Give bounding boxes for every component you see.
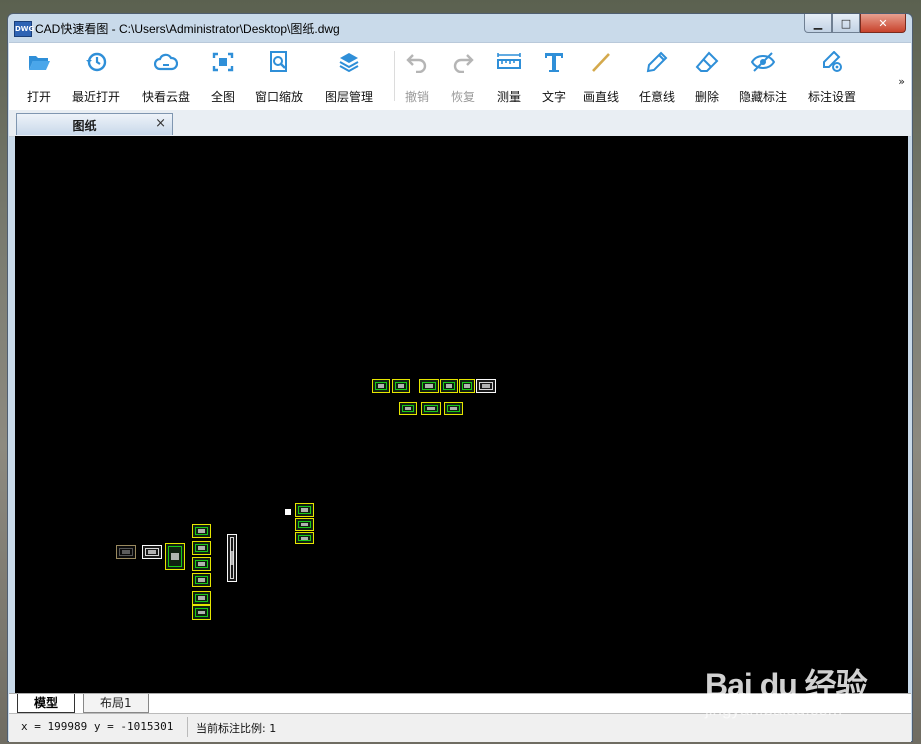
pen-icon — [646, 51, 668, 73]
drawing-canvas[interactable] — [15, 136, 908, 706]
redo-icon — [453, 54, 474, 73]
maximize-icon: □ — [840, 16, 852, 30]
layers-icon — [339, 53, 359, 73]
drawing-sheet — [192, 605, 211, 620]
layer-manager-button[interactable]: 图层管理 — [320, 43, 378, 111]
redo-label: 恢复 — [450, 90, 475, 104]
text-icon — [545, 53, 563, 72]
hide-annotations-label: 隐藏标注 — [738, 90, 787, 104]
close-button[interactable]: ✕ — [860, 14, 906, 33]
tab-close-icon[interactable]: × — [155, 116, 166, 131]
drawing-sheet — [295, 503, 314, 517]
drawing-sheet — [421, 402, 441, 415]
app-logo-icon: DWG — [14, 21, 34, 37]
undo-button[interactable]: 撤销 — [399, 43, 435, 111]
baidu-watermark: Bai du 经验 jingyan.baidu.com — [705, 646, 915, 736]
drawing-sheet — [444, 402, 463, 415]
draw-line-button[interactable]: 画直线 — [578, 43, 624, 111]
drawing-sheet — [192, 541, 211, 555]
delete-button[interactable]: 删除 — [689, 43, 725, 111]
annotation-settings-label: 标注设置 — [807, 90, 856, 104]
freehand-label: 任意线 — [638, 90, 675, 104]
text-button[interactable]: 文字 — [536, 43, 572, 111]
measure-button[interactable]: 测量 — [491, 43, 527, 111]
draw-line-label: 画直线 — [582, 90, 619, 104]
drawing-sheet — [399, 402, 417, 415]
drawing-sheet — [192, 557, 211, 571]
recent-button[interactable]: 最近打开 — [67, 43, 125, 111]
undo-label: 撤销 — [404, 90, 429, 104]
annotation-scale: 当前标注比例: 1 — [196, 722, 277, 735]
tab-drawing[interactable]: 图纸 × — [16, 113, 173, 135]
drawing-sheet — [192, 591, 211, 605]
fit-screen-icon — [212, 52, 234, 72]
drawing-sheet — [116, 545, 136, 559]
cloud-icon — [154, 53, 178, 71]
undo-icon — [406, 54, 427, 73]
minimize-icon: ▁ — [813, 16, 823, 30]
recent-label: 最近打开 — [71, 90, 120, 104]
main-toolbar: 打开 最近打开 快看云盘 全图 窗口缩放 图层管理 撤销 恢复 测量 文字 画直… — [9, 42, 911, 111]
drawing-sheet — [142, 545, 162, 559]
fit-all-button[interactable]: 全图 — [205, 43, 241, 111]
open-button[interactable]: 打开 — [19, 43, 59, 111]
toolbar-separator — [394, 51, 395, 101]
eraser-icon — [695, 51, 719, 72]
tab-drawing-label: 图纸 — [72, 119, 97, 133]
window-zoom-button[interactable]: 窗口缩放 — [250, 43, 308, 111]
measure-label: 测量 — [496, 90, 521, 104]
drawing-sheet — [476, 379, 496, 393]
line-icon — [592, 53, 610, 72]
minimize-button[interactable]: ▁ — [804, 14, 832, 33]
layer-manager-label: 图层管理 — [324, 90, 373, 104]
text-label: 文字 — [541, 90, 566, 104]
marker-point — [285, 509, 291, 515]
ruler-icon — [497, 53, 521, 69]
eye-hide-icon — [751, 52, 775, 72]
document-tabs: 图纸 × — [9, 110, 911, 137]
fit-all-label: 全图 — [210, 90, 235, 104]
delete-label: 删除 — [694, 90, 719, 104]
drawing-sheet — [192, 573, 211, 587]
status-separator — [187, 717, 188, 737]
close-icon: ✕ — [878, 16, 888, 30]
hide-annotations-button[interactable]: 隐藏标注 — [734, 43, 792, 111]
window-zoom-icon — [270, 51, 287, 72]
window-title: CAD快速看图 - C:\Users\Administrator\Desktop… — [35, 22, 340, 36]
history-icon — [86, 52, 107, 72]
cloud-button[interactable]: 快看云盘 — [137, 43, 195, 111]
drawing-sheet — [440, 379, 458, 393]
toolbar-overflow-icon[interactable]: » — [898, 75, 905, 88]
drawing-sheet — [192, 524, 211, 538]
open-label: 打开 — [26, 90, 51, 104]
drawing-sheet — [227, 534, 237, 582]
drawing-sheet — [459, 379, 475, 393]
watermark-url: jingyan.baidu.com — [705, 700, 843, 719]
drawing-sheet — [165, 543, 185, 570]
window-controls: ▁ □ ✕ — [804, 14, 906, 34]
cloud-label: 快看云盘 — [141, 90, 190, 104]
drawing-sheet — [295, 532, 314, 544]
app-window: DWG CAD快速看图 - C:\Users\Administrator\Des… — [7, 13, 913, 742]
annotation-settings-icon — [823, 51, 842, 72]
window-zoom-label: 窗口缩放 — [254, 90, 303, 104]
annotation-settings-button[interactable]: 标注设置 — [803, 43, 861, 111]
folder-open-icon — [29, 56, 50, 70]
drawing-sheet — [295, 518, 314, 531]
drawing-sheet — [419, 379, 439, 393]
freehand-button[interactable]: 任意线 — [634, 43, 680, 111]
redo-button[interactable]: 恢复 — [445, 43, 481, 111]
drawing-sheet — [372, 379, 390, 393]
title-bar[interactable]: DWG CAD快速看图 - C:\Users\Administrator\Des… — [8, 14, 912, 42]
tab-model[interactable]: 模型 — [17, 694, 76, 713]
cursor-coordinates: x = 199989 y = -1015301 — [21, 720, 174, 733]
tab-layout1[interactable]: 布局1 — [83, 694, 149, 713]
maximize-button[interactable]: □ — [832, 14, 860, 33]
drawing-sheet — [392, 379, 410, 393]
